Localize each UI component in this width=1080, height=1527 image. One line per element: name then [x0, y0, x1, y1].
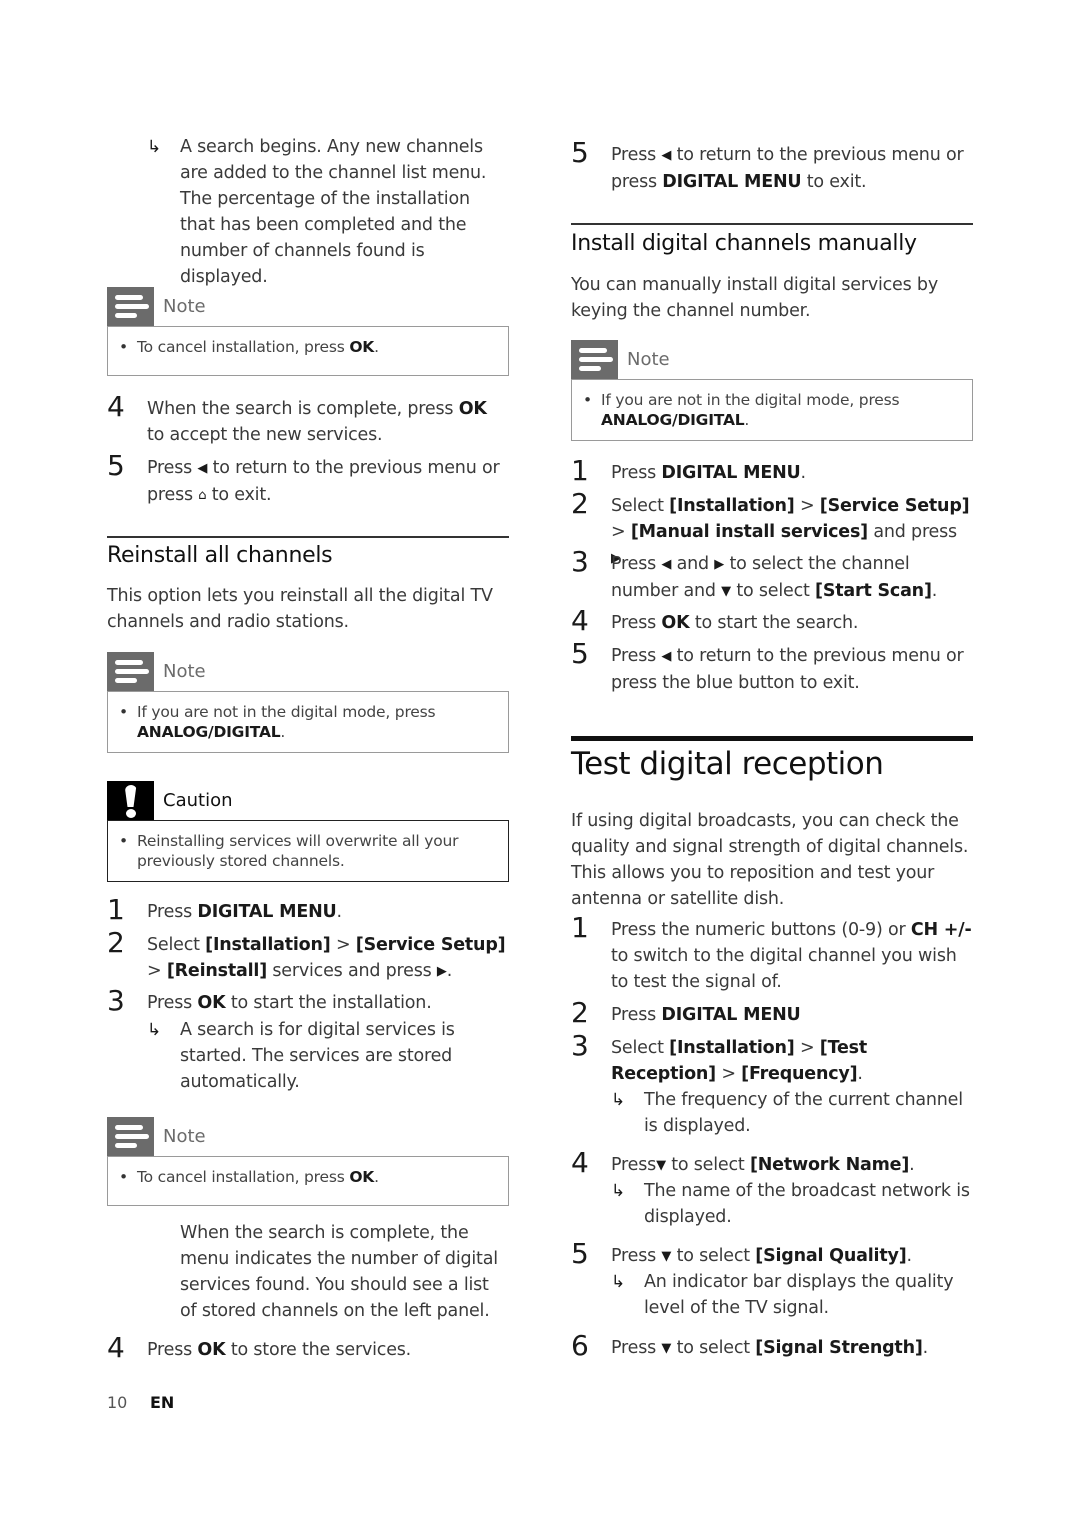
- left-arrow-icon: ◀: [661, 649, 672, 664]
- right-arrow-icon: ▶: [436, 964, 447, 979]
- chapter-heading: Test digital reception: [571, 746, 884, 782]
- step-number: 4: [107, 390, 125, 423]
- step-number: 3: [107, 984, 125, 1017]
- down-arrow-icon: ▼: [661, 1249, 672, 1264]
- result-text: A search is for digital services is star…: [180, 1020, 455, 1092]
- section-divider: [571, 223, 973, 225]
- step-text: Press DIGITAL MENU.: [611, 463, 806, 483]
- chapter-divider: [571, 736, 973, 741]
- caution-box: • Reinstalling services will overwrite al…: [107, 820, 509, 882]
- step-number: 4: [571, 604, 589, 637]
- step-number: 6: [571, 1329, 589, 1362]
- note-icon: [107, 1117, 154, 1157]
- section-intro: This option lets you reinstall all the d…: [107, 586, 493, 632]
- result-arrow-icon: ↳: [147, 137, 162, 157]
- right-arrow-icon: ▶: [714, 557, 725, 572]
- step-text: Press ◀ to return to the previous menu o…: [611, 145, 964, 192]
- step-number: 4: [571, 1146, 589, 1179]
- note-label: Note: [627, 349, 670, 370]
- step-number: 1: [107, 893, 125, 926]
- result-arrow-icon: ↳: [611, 1090, 626, 1110]
- down-arrow-icon: ▼: [661, 1341, 672, 1356]
- step-number: 1: [571, 454, 589, 487]
- down-arrow-icon: ▼: [656, 1158, 666, 1173]
- note-label: Note: [163, 661, 206, 682]
- section-intro: You can manually install digital service…: [571, 275, 938, 321]
- step-text: Select [Installation] > [Service Setup] …: [147, 935, 506, 981]
- step-number: 5: [571, 637, 589, 670]
- step-number: 5: [571, 1237, 589, 1270]
- section-divider: [107, 536, 509, 538]
- step-text: Press ◀ and ▶ to select the channel numb…: [611, 554, 938, 601]
- step-text: Press OK to store the services.: [147, 1340, 412, 1360]
- note-label: Note: [163, 1126, 206, 1147]
- step-number: 2: [107, 926, 125, 959]
- left-arrow-icon: ◀: [661, 148, 672, 163]
- step-text: Press▼ to select [Network Name].: [611, 1155, 915, 1175]
- step-number: 5: [571, 136, 589, 169]
- step-number: 3: [571, 545, 589, 578]
- result-text: An indicator bar displays the quality le…: [644, 1272, 954, 1318]
- step-text: Press the numeric buttons (0-9) or CH +/…: [611, 920, 972, 992]
- step-number: 3: [571, 1029, 589, 1062]
- note-box: • If you are not in the digital mode, pre…: [571, 379, 973, 441]
- result-arrow-icon: ↳: [147, 1020, 162, 1040]
- left-arrow-icon: ◀: [197, 461, 208, 476]
- step-text: Press ▼ to select [Signal Strength].: [611, 1338, 929, 1358]
- step-number: 1: [571, 911, 589, 944]
- step-number: 5: [107, 449, 125, 482]
- left-arrow-icon: ◀: [661, 557, 672, 572]
- note-item: • To cancel installation, press OK.: [119, 338, 379, 356]
- section-heading: Install digital channels manually: [571, 231, 917, 256]
- note-icon: [571, 340, 618, 380]
- chapter-intro: If using digital broadcasts, you can che…: [571, 811, 969, 909]
- page-footer: 10 EN: [107, 1392, 174, 1414]
- step-text: Press OK to start the installation.: [147, 993, 432, 1013]
- note-box: • If you are not in the digital mode, pre…: [107, 691, 509, 753]
- page-number: 10: [107, 1393, 128, 1412]
- exclamation-icon: [107, 781, 154, 821]
- step-text: Press OK to start the search.: [611, 613, 859, 633]
- result-text: The name of the broadcast network is dis…: [644, 1181, 970, 1227]
- search-complete-text: When the search is complete, the menu in…: [180, 1223, 498, 1321]
- step-text: Press ◀ to return to the previous menu o…: [611, 646, 964, 693]
- note-item: • To cancel installation, press OK.: [119, 1168, 379, 1186]
- caution-label: Caution: [163, 790, 233, 811]
- step-number: 4: [107, 1331, 125, 1364]
- note-label: Note: [163, 296, 206, 317]
- note-box: • To cancel installation, press OK.: [107, 1156, 509, 1206]
- language-code: EN: [150, 1393, 175, 1412]
- note-icon: [107, 287, 154, 327]
- caution-item: • Reinstalling services will overwrite al…: [119, 832, 459, 870]
- note-item: • If you are not in the digital mode, pre…: [119, 703, 436, 741]
- step-text: Select [Installation] > [Test Reception]…: [611, 1038, 868, 1084]
- step-number: 2: [571, 487, 589, 520]
- result-arrow-icon: ↳: [611, 1181, 626, 1201]
- result-text: A search begins. Any new channels are ad…: [180, 137, 487, 287]
- result-text: The frequency of the current channel is …: [644, 1090, 963, 1136]
- down-arrow-icon: ▼: [721, 584, 731, 599]
- step-text: Press DIGITAL MENU: [611, 1005, 801, 1025]
- note-icon: [107, 652, 154, 692]
- step-number: 2: [571, 996, 589, 1029]
- note-box: • To cancel installation, press OK.: [107, 326, 509, 376]
- note-item: • If you are not in the digital mode, pre…: [583, 391, 900, 429]
- step-text: Press ◀ to return to the previous menu o…: [147, 458, 500, 505]
- step-text: Press DIGITAL MENU.: [147, 902, 342, 922]
- step-text: When the search is complete, press OK to…: [147, 399, 487, 445]
- step-text: Press ▼ to select [Signal Quality].: [611, 1246, 912, 1266]
- result-arrow-icon: ↳: [611, 1272, 626, 1292]
- section-heading: Reinstall all channels: [107, 543, 333, 568]
